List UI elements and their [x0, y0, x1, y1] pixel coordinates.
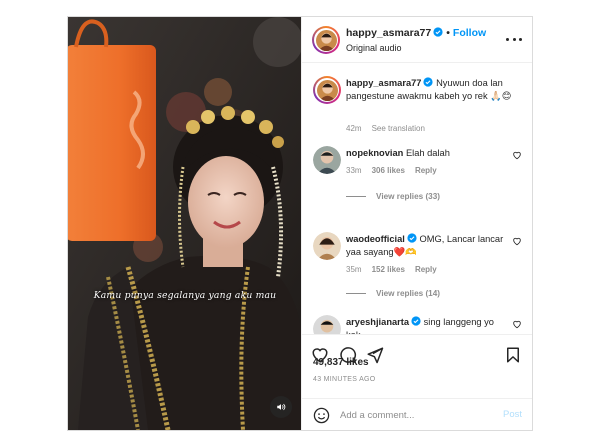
replies-divider-line — [346, 293, 366, 294]
post-side-panel: happy_asmara77 • Follow Original audio h… — [301, 17, 532, 430]
like-comment-heart-icon[interactable] — [512, 319, 522, 329]
caption-username[interactable]: happy_asmara77 — [346, 78, 421, 88]
comment-item: nopeknovian Elah dalah 33m 306 likes Reply… — [313, 146, 522, 206]
like-comment-heart-icon[interactable] — [512, 150, 522, 160]
view-replies-button[interactable]: View replies (33) — [346, 192, 440, 201]
post-timestamp[interactable]: 43 MINUTES AGO — [313, 376, 376, 383]
commenter-avatar[interactable] — [313, 315, 341, 334]
add-comment-bar: Post — [302, 398, 532, 430]
comment-input[interactable] — [340, 406, 490, 424]
comment-text: Elah dalah — [405, 148, 450, 158]
comment-age: 33m — [346, 166, 362, 175]
comment-username[interactable]: waodeofficial — [346, 234, 405, 244]
speaker-icon — [277, 403, 286, 411]
comment-likes[interactable]: 152 likes — [372, 265, 405, 274]
like-comment-heart-icon[interactable] — [512, 236, 522, 246]
follow-button[interactable]: Follow — [453, 27, 486, 39]
view-replies-label: View replies (33) — [376, 192, 441, 201]
mute-toggle-button[interactable] — [270, 396, 292, 418]
verified-badge-icon — [407, 233, 417, 243]
verified-badge-icon — [433, 27, 443, 37]
verified-badge-icon — [423, 77, 434, 87]
author-avatar[interactable] — [312, 26, 340, 54]
more-options-icon[interactable] — [506, 33, 522, 45]
verified-badge-icon — [411, 316, 421, 326]
view-replies-button[interactable]: View replies (14) — [346, 289, 440, 298]
header-user-line: happy_asmara77 • Follow — [346, 27, 486, 39]
reply-button[interactable]: Reply — [415, 265, 437, 274]
video-caption-overlay: Kamu punya segalanya yang aku mau — [93, 290, 277, 301]
commenter-avatar[interactable] — [313, 146, 341, 174]
comment-age: 35m — [346, 265, 362, 274]
comment-username[interactable]: nopeknovian — [346, 148, 403, 158]
video-frame — [68, 17, 301, 430]
view-replies-label: View replies (14) — [376, 289, 441, 298]
likes-count[interactable]: 49,837 likes — [313, 357, 369, 368]
post-caption: happy_asmara77 Nyuwun doa lan pangestune… — [313, 76, 522, 136]
see-translation-button[interactable]: See translation — [372, 124, 425, 133]
comment-item: waodeofficial OMG, Lancar lancar yaa say… — [313, 232, 522, 312]
post-video[interactable]: Kamu punya segalanya yang aku mau — [68, 17, 301, 430]
post-comment-button[interactable]: Post — [503, 409, 522, 420]
replies-divider-line — [346, 196, 366, 197]
comment-likes[interactable]: 306 likes — [372, 166, 405, 175]
save-bookmark-icon[interactable] — [504, 346, 522, 364]
original-audio-link[interactable]: Original audio — [346, 43, 402, 53]
post-header: happy_asmara77 • Follow Original audio — [302, 17, 532, 63]
separator-dot: • — [446, 27, 450, 39]
comments-list[interactable]: happy_asmara77 Nyuwun doa lan pangestune… — [302, 64, 532, 334]
author-username[interactable]: happy_asmara77 — [346, 27, 431, 39]
comment-item: aryeshjianarta sing langgeng yo kak — [313, 315, 522, 334]
comment-username[interactable]: aryeshjianarta — [346, 317, 409, 327]
commenter-avatar[interactable] — [313, 232, 341, 260]
caption-age: 42m — [346, 124, 362, 133]
emoji-icon[interactable] — [313, 407, 330, 424]
caption-author-avatar[interactable] — [313, 76, 341, 104]
reply-button[interactable]: Reply — [415, 166, 437, 175]
instagram-post-dialog: Kamu punya segalanya yang aku mau happy_… — [67, 16, 533, 431]
